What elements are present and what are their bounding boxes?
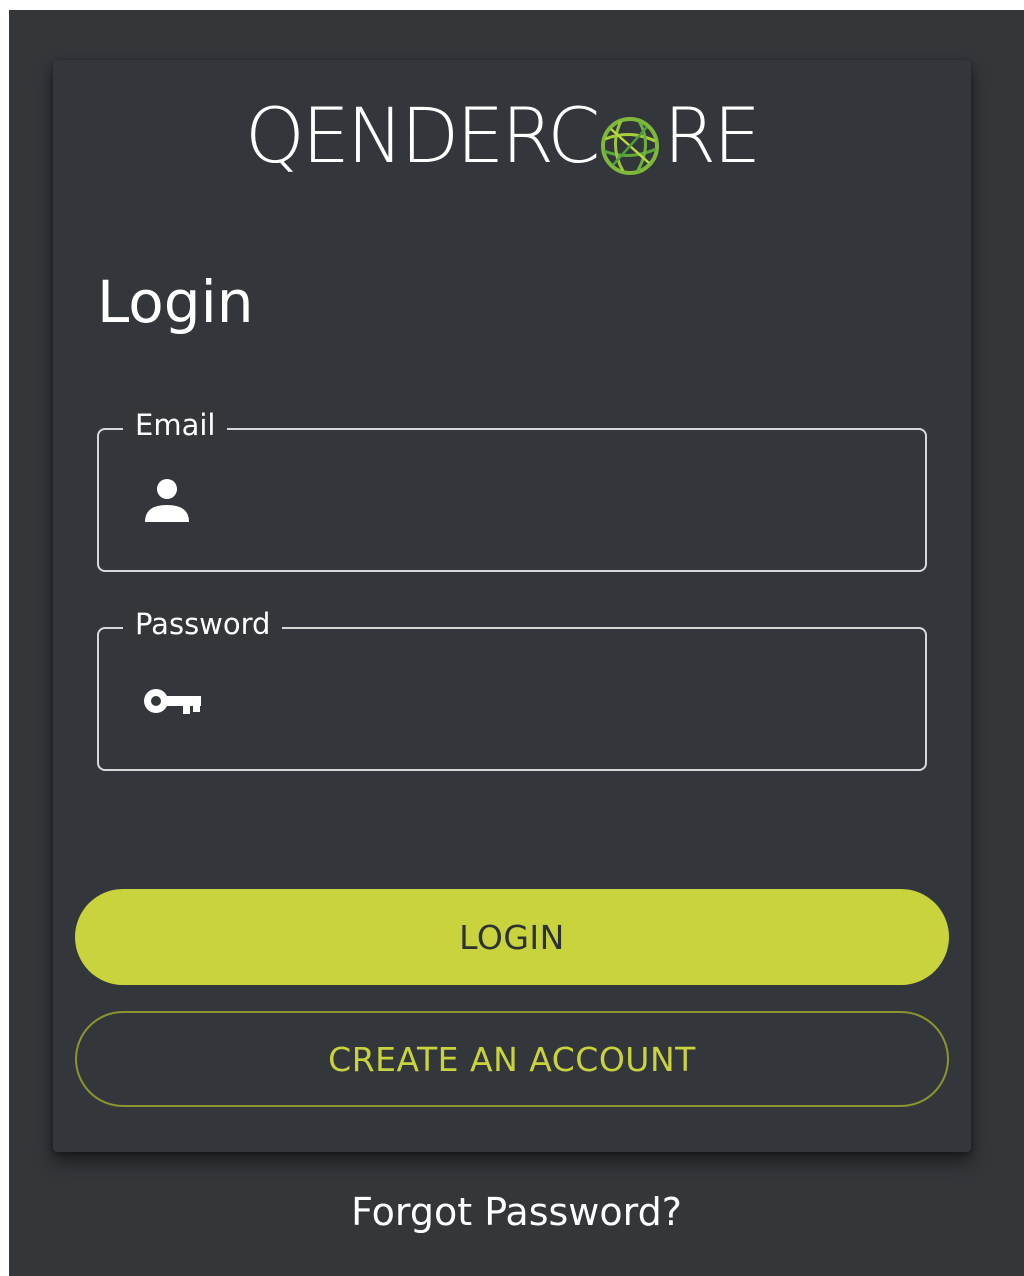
email-input[interactable] [219, 474, 903, 532]
logo-text-right: RE [663, 90, 761, 180]
login-screen: QENDERC RE Login Email Password LOGIN CR… [9, 10, 1024, 1276]
login-card [53, 60, 971, 1152]
brand-logo: QENDERC RE [245, 90, 761, 180]
globe-icon [599, 106, 661, 175]
password-field-label: Password [123, 607, 283, 641]
page-title: Login [97, 268, 254, 336]
key-icon [141, 675, 201, 725]
person-icon [141, 476, 201, 526]
email-field[interactable]: Email [97, 408, 927, 572]
create-account-button[interactable]: CREATE AN ACCOUNT [75, 1011, 949, 1107]
forgot-password-link[interactable]: Forgot Password? [9, 1190, 1024, 1234]
login-button[interactable]: LOGIN [75, 889, 949, 985]
email-field-label: Email [123, 408, 228, 442]
password-input[interactable] [219, 673, 903, 731]
password-field[interactable]: Password [97, 607, 927, 771]
logo-text-left: QENDERC [245, 90, 600, 180]
